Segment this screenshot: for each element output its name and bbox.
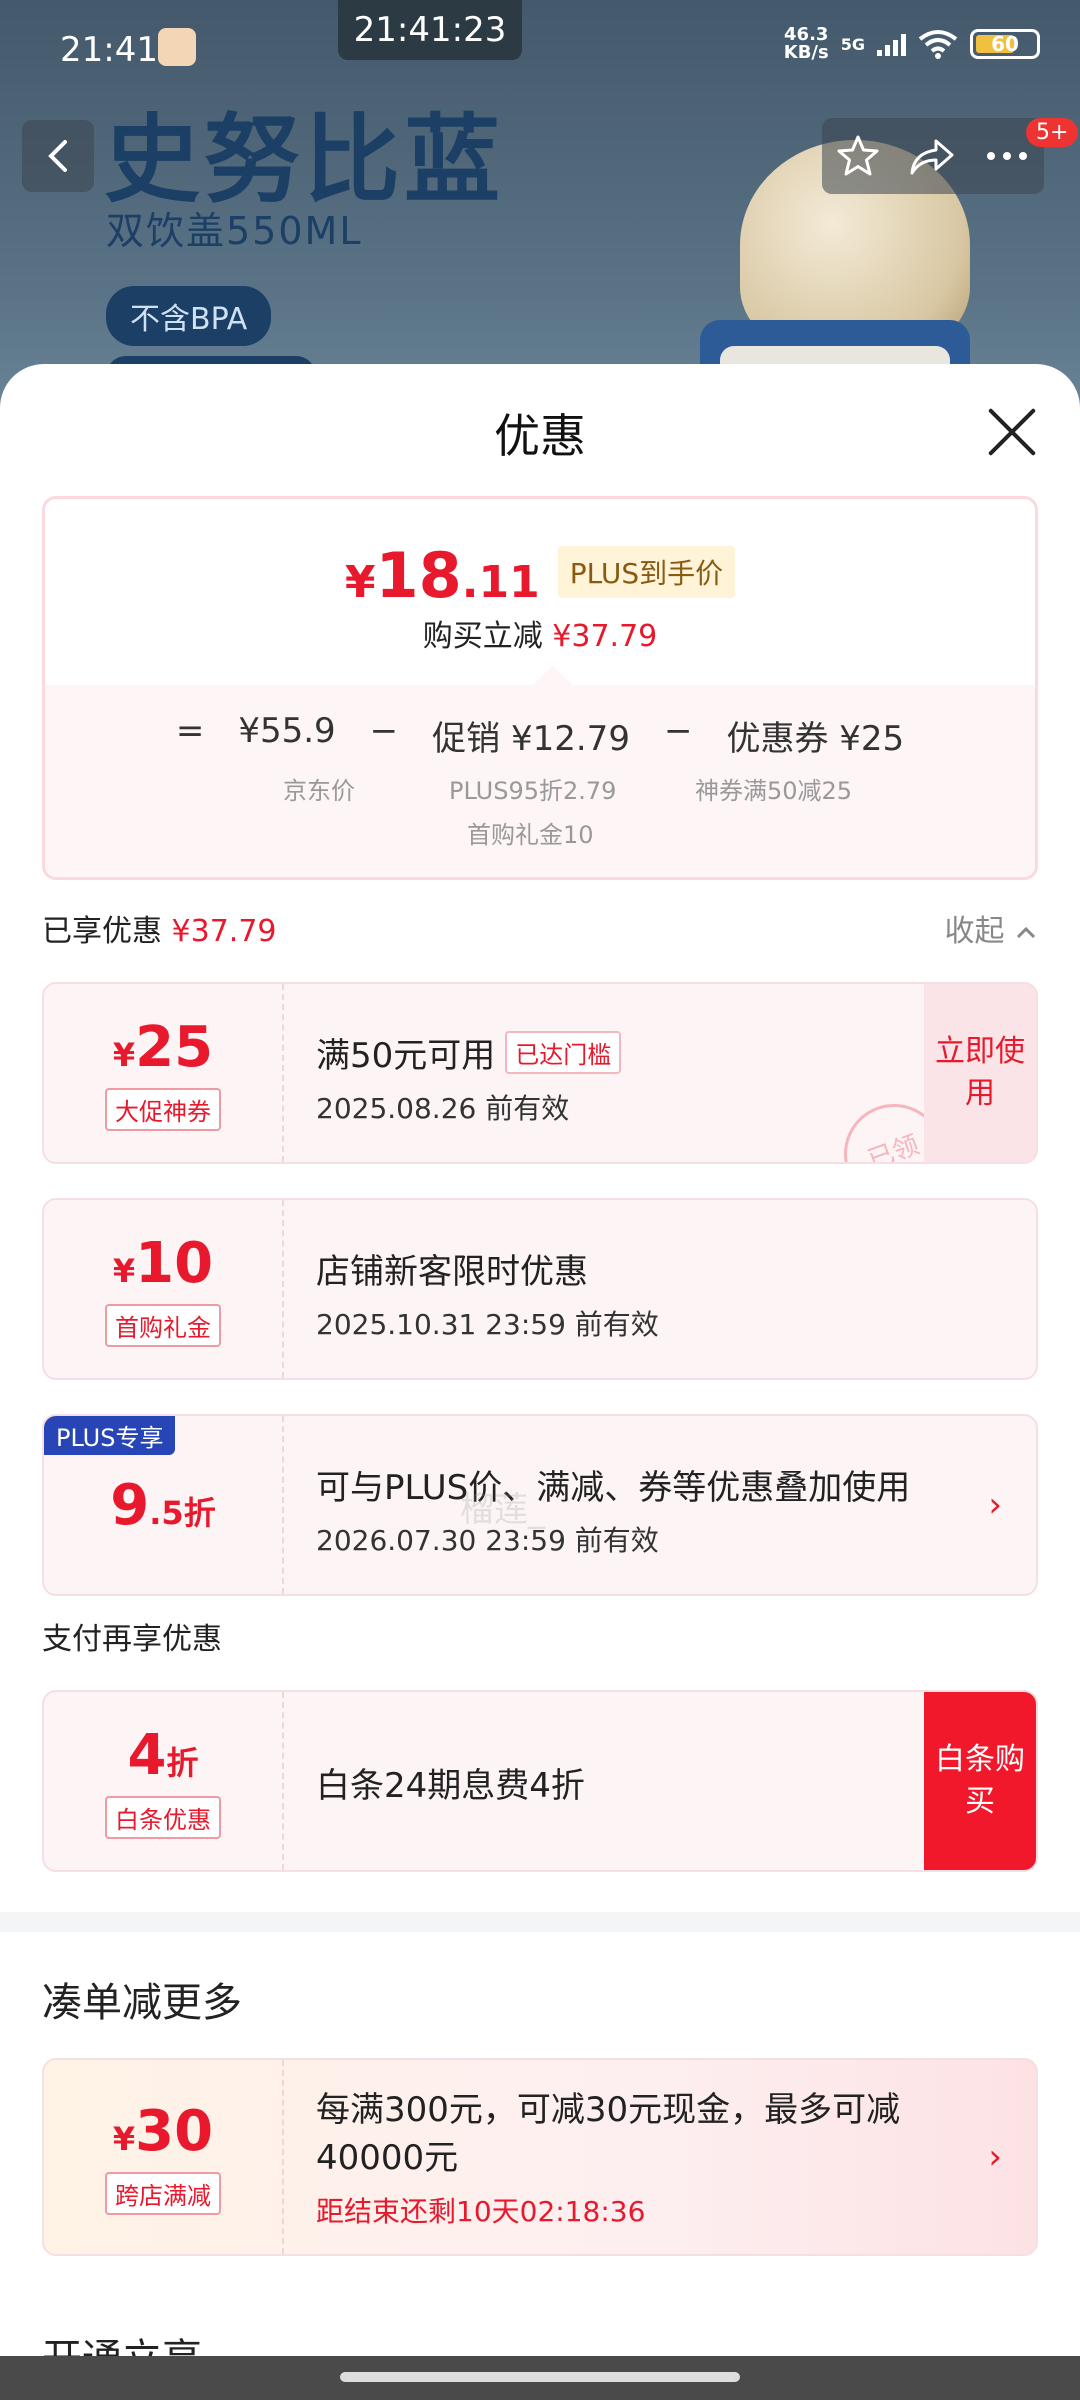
threshold-badge: 已达门槛 <box>505 1031 622 1074</box>
minus-sign: − <box>663 711 693 751</box>
reduce-summary: 购买立减 ¥37.79 <box>422 619 658 654</box>
coupon-tag: 白条优惠 <box>105 1796 221 1839</box>
equals-sign: = <box>175 711 205 751</box>
baitiao-buy-button[interactable]: 白条购买 <box>924 1692 1036 1870</box>
app-notification-icon <box>158 28 196 66</box>
coupon-validity: 2025.08.26 前有效 <box>316 1092 570 1125</box>
system-nav-bar <box>0 2356 1080 2400</box>
discount-sheet: 优惠 ¥18.11 PLUS到手价 购买立减 ¥37.79 = ¥55.9 − … <box>0 364 1080 2400</box>
coupon-tag: 大促神券 <box>105 1088 221 1131</box>
minus-sign: − <box>369 711 399 751</box>
status-icons: 46.3 KB/s 5G 60 <box>784 26 1040 62</box>
status-time: 21:41 <box>60 30 158 70</box>
section-divider <box>0 1912 1080 1932</box>
product-subtitle: 双饮盖550ML <box>106 209 363 253</box>
net-speed: 46.3 KB/s <box>783 24 829 63</box>
cross-store-text: 每满300元，可减30元现金，最多可减40000元 <box>316 2090 901 2178</box>
plus-price-tag: PLUS到手价 <box>557 546 736 598</box>
promo-detail: 首购礼金10 <box>467 821 594 849</box>
coupon-title: 可与PLUS价、满减、券等优惠叠加使用 <box>316 1468 911 1508</box>
promo-detail: PLUS95折2.79 <box>449 777 617 805</box>
net-type: 5G <box>840 34 865 54</box>
header-actions <box>822 118 1044 194</box>
countdown-text: 距结束还剩10天02:18:36 <box>316 2195 646 2228</box>
use-now-button[interactable]: 立即使用 <box>924 984 1036 1162</box>
coupon-title: 店铺新客限时优惠 <box>316 1252 588 1292</box>
baitiao-card[interactable]: 4折 白条优惠 白条24期息费4折 白条购买 <box>42 1690 1038 1872</box>
coupon-validity: 2025.10.31 23:59 前有效 <box>316 1308 659 1341</box>
cross-store-card[interactable]: ¥30 跨店满减 每满300元，可减30元现金，最多可减40000元 距结束还剩… <box>42 2058 1038 2256</box>
wifi-icon <box>918 30 958 59</box>
chevron-right-icon: › <box>988 2137 1002 2177</box>
battery-icon: 60 <box>970 29 1040 59</box>
chevron-right-icon: › <box>988 1485 1002 1525</box>
back-button[interactable] <box>22 120 94 192</box>
jd-price-label: 京东价 <box>283 777 355 805</box>
jd-price: ¥55.9 <box>238 711 336 751</box>
coupon-tag: 跨店满减 <box>105 2172 221 2215</box>
promo-amount: 促销 ¥12.79 <box>432 719 630 759</box>
enjoyed-discount-row: 已享优惠 ¥37.79 收起 <box>42 906 1038 950</box>
watermark: 榴莲_ <box>460 1490 545 1530</box>
coupon-card: ¥10 首购礼金 店铺新客限时优惠 2025.10.31 23:59 前有效 <box>42 1198 1038 1380</box>
baitiao-text: 白条24期息费4折 <box>316 1766 585 1806</box>
coupon-amount: 优惠券 ¥25 <box>726 719 905 759</box>
coupon-detail: 神券满50减25 <box>695 777 853 805</box>
coupon-title: 满50元可用 <box>316 1036 496 1076</box>
cart-count-badge: 5+ <box>1026 118 1079 147</box>
more-icon[interactable] <box>983 146 1031 166</box>
product-badge: 不含BPA <box>106 286 272 346</box>
status-clock-overlay: 21:41:23 <box>338 0 522 60</box>
coupon-tag: 首购礼金 <box>105 1304 221 1347</box>
star-icon[interactable] <box>835 133 881 179</box>
pay-section-title: 支付再享优惠 <box>42 1622 222 1657</box>
sheet-title: 优惠 <box>494 409 586 463</box>
share-icon[interactable] <box>908 133 956 179</box>
more-section-title: 凑单减更多 <box>42 1980 242 2026</box>
collapse-toggle[interactable]: 收起 <box>944 906 1038 950</box>
close-icon[interactable] <box>984 404 1040 460</box>
home-indicator[interactable] <box>340 2372 740 2382</box>
final-price: ¥18.11 <box>344 539 540 612</box>
chevron-left-icon <box>48 140 67 172</box>
signal-icon <box>877 32 906 56</box>
coupon-card[interactable]: ¥25 大促神券 满50元可用 已达门槛 2025.08.26 前有效 已领 立即… <box>42 982 1038 1164</box>
price-summary: ¥18.11 PLUS到手价 购买立减 ¥37.79 = ¥55.9 − 促销 … <box>42 496 1038 880</box>
coupon-validity: 2026.07.30 23:59 前有效 <box>316 1524 659 1557</box>
price-breakdown: = ¥55.9 − 促销 ¥12.79 − 优惠券 ¥25 京东价 PLUS95… <box>45 665 1035 877</box>
chevron-up-icon <box>1016 926 1036 939</box>
